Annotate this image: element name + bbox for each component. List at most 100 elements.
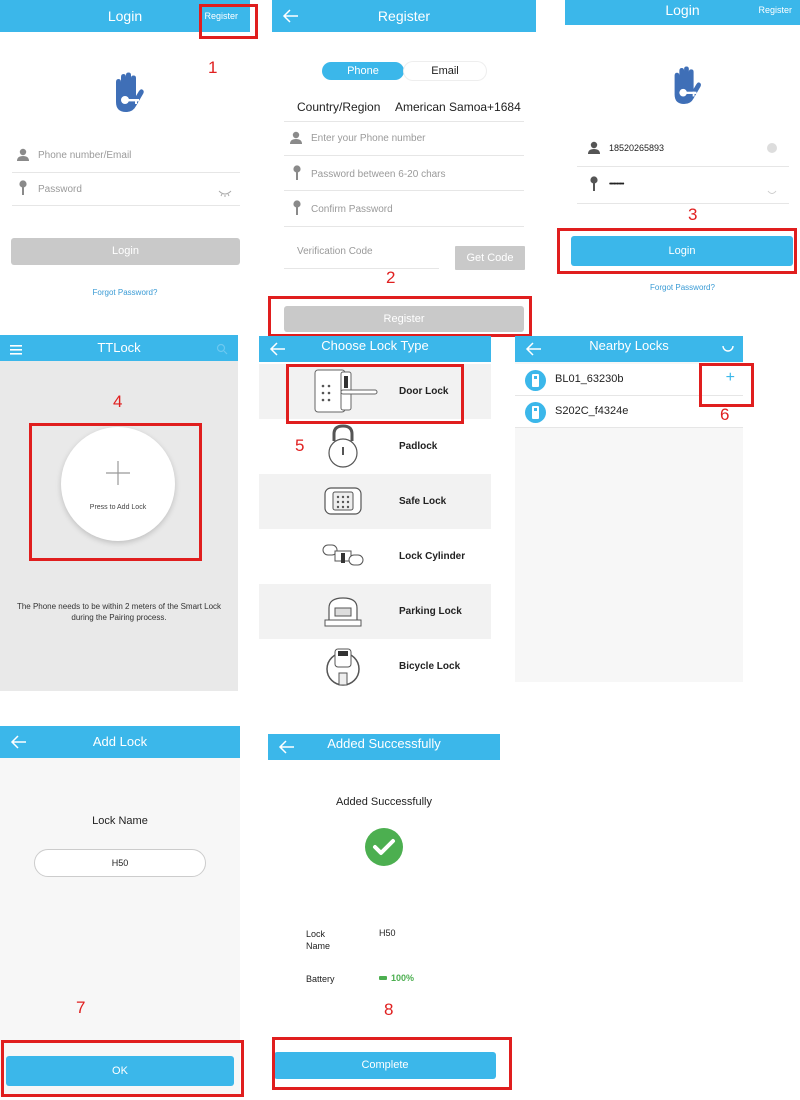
step-number-6: 6: [720, 405, 730, 424]
annotation-box-8: [272, 1037, 512, 1090]
search-icon[interactable]: [216, 342, 228, 355]
key-icon: [18, 180, 28, 196]
user-icon: [587, 141, 601, 155]
success-heading: Added Successfully: [336, 796, 432, 808]
header-title: Added Successfully: [327, 736, 441, 751]
lock-device-icon: [525, 370, 546, 391]
user-icon: [289, 131, 303, 145]
country-region-label: Country/Region: [297, 100, 381, 114]
key-icon: [292, 165, 302, 181]
header-title: Nearby Locks: [589, 338, 669, 353]
password-input[interactable]: Password: [38, 184, 188, 195]
divider: [12, 205, 240, 206]
lock-type-parking-lock[interactable]: Parking Lock: [259, 584, 491, 639]
pairing-hint-text: The Phone needs to be within 2 meters of…: [16, 602, 222, 622]
safe-lock-icon: [321, 478, 365, 524]
key-icon: [292, 200, 302, 216]
lock-type-label: Lock Cylinder: [399, 551, 466, 562]
divider: [284, 190, 524, 191]
divider: [577, 166, 789, 167]
divider: [12, 172, 240, 173]
user-icon: [16, 148, 30, 162]
annotation-box-2: [268, 296, 532, 337]
divider: [284, 121, 524, 122]
eye-closed-icon[interactable]: [767, 183, 777, 194]
header-bar: Choose Lock Type: [259, 336, 491, 362]
lock-type-label: Padlock: [399, 441, 438, 452]
lock-type-label: Parking Lock: [399, 606, 462, 617]
header-bar: Added Successfully: [268, 734, 500, 760]
hand-key-logo-icon: [108, 72, 148, 114]
lock-name-label: Lock Name: [306, 929, 331, 951]
eye-closed-icon[interactable]: [218, 184, 232, 197]
annotation-box-7: [1, 1040, 244, 1097]
annotation-box-4: [29, 423, 202, 561]
annotation-box-6: [699, 363, 754, 407]
screen-register: Register Phone Email Country/Region Amer…: [272, 0, 536, 335]
parking-lock-icon: [321, 588, 365, 634]
register-link[interactable]: Register: [758, 0, 792, 20]
forgot-password-link[interactable]: Forgot Password?: [565, 283, 800, 292]
lock-type-label: Safe Lock: [399, 496, 447, 507]
battery-icon: [379, 976, 387, 980]
header-title: Choose Lock Type: [321, 338, 429, 353]
header-title: Add Lock: [92, 734, 148, 749]
header-bar: Nearby Locks: [515, 336, 743, 362]
header-title: Register: [377, 8, 431, 24]
phone-email-input[interactable]: Phone number/Email: [38, 150, 218, 161]
battery-label: Battery: [306, 974, 335, 984]
phone-tab[interactable]: Phone: [322, 62, 404, 80]
get-code-button[interactable]: Get Code: [455, 246, 525, 270]
lock-type-label: Bicycle Lock: [399, 661, 461, 672]
verification-code-input[interactable]: Verification Code: [297, 246, 437, 257]
header-bar: TTLock: [0, 335, 238, 361]
header-bar: Login Register: [565, 0, 800, 25]
lock-device-icon: [525, 402, 546, 423]
lock-name-value: H50: [379, 928, 396, 938]
lock-name-label: Lock Name: [92, 815, 148, 827]
divider: [284, 155, 524, 156]
screen-login-empty: Login Register Phone number/Email Passwo…: [0, 0, 250, 330]
header-title: TTLock: [97, 340, 141, 355]
annotation-box-1: [199, 4, 258, 39]
step-number-4: 4: [113, 392, 123, 411]
header-bar: Add Lock: [0, 726, 240, 758]
padlock-icon: [321, 423, 365, 469]
key-icon: [589, 176, 599, 192]
forgot-password-link[interactable]: Forgot Password?: [0, 288, 250, 297]
divider: [284, 226, 524, 227]
lock-type-lock-cylinder[interactable]: Lock Cylinder: [259, 529, 491, 584]
clear-icon[interactable]: [767, 143, 777, 153]
step-number-7: 7: [76, 998, 86, 1017]
step-number-8: 8: [384, 1000, 394, 1019]
step-number-5: 5: [295, 436, 305, 455]
lock-name: BL01_63230b: [555, 373, 624, 385]
step-number-1: 1: [208, 58, 218, 77]
lock-type-padlock[interactable]: Padlock: [259, 419, 491, 474]
password-input[interactable]: Password between 6-20 chars: [311, 169, 511, 180]
lock-name: S202C_f4324e: [555, 405, 629, 417]
step-number-3: 3: [688, 205, 698, 224]
password-input[interactable]: ••••••••••: [609, 181, 624, 188]
header-bar: Register: [272, 0, 536, 32]
battery-value: 100%: [391, 973, 415, 983]
lock-type-safe-lock[interactable]: Safe Lock: [259, 474, 491, 529]
bicycle-lock-icon: [321, 643, 365, 689]
annotation-box-5: [286, 364, 464, 424]
step-number-2: 2: [386, 268, 396, 287]
hand-key-logo-icon: [667, 65, 705, 107]
email-tab[interactable]: Email: [404, 62, 486, 80]
lock-type-bicycle-lock[interactable]: Bicycle Lock: [259, 639, 491, 694]
divider: [284, 268, 439, 269]
divider: [577, 203, 789, 204]
confirm-password-input[interactable]: Confirm Password: [311, 204, 511, 215]
country-region-select[interactable]: American Samoa+1684: [395, 100, 521, 114]
login-button[interactable]: Login: [11, 238, 240, 265]
refresh-spinner-icon[interactable]: [721, 339, 735, 353]
lock-cylinder-icon: [321, 533, 365, 579]
success-check-icon: [365, 828, 403, 866]
phone-number-input[interactable]: 18520265893: [609, 143, 664, 153]
lock-name-input[interactable]: H50: [34, 849, 206, 877]
annotation-box-3: [557, 228, 797, 274]
phone-number-input[interactable]: Enter your Phone number: [311, 133, 511, 144]
